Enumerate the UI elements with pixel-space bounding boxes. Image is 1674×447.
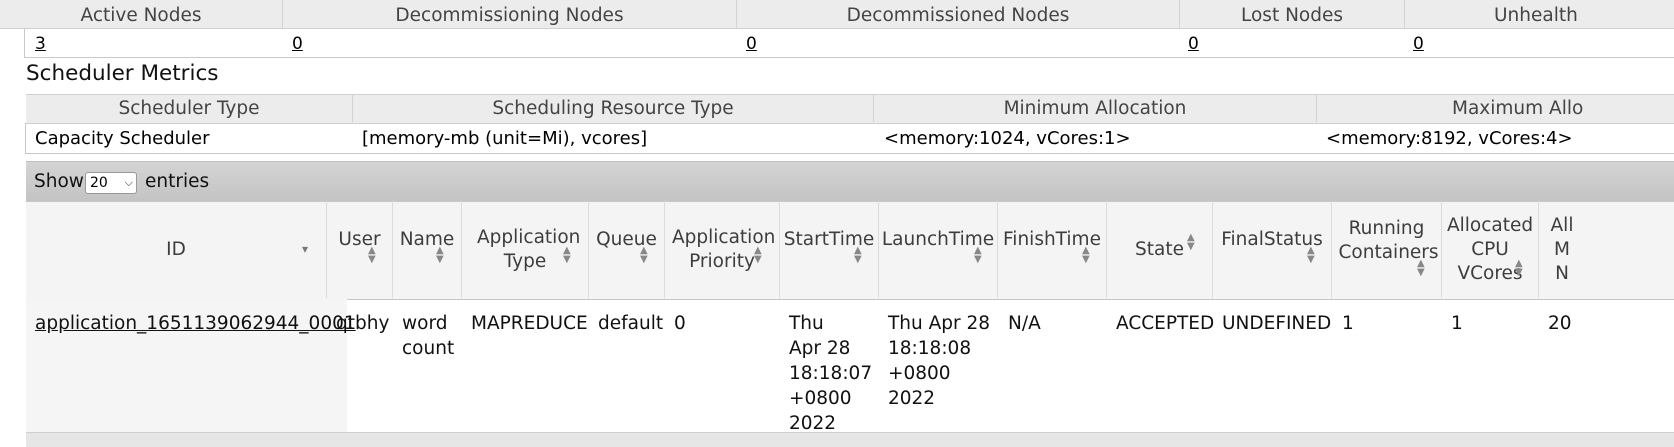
app-type-cell: MAPREDUCE — [471, 313, 588, 334]
col-maximum-allocation[interactable]: Maximum Allo — [1317, 94, 1674, 122]
sort-icon: ▲ ▼ — [563, 245, 571, 265]
col-application-priority[interactable]: Application Priority ▲ ▼ — [665, 201, 780, 298]
scheduling-resource-type-value: [memory-mb (unit=Mi), vcores] — [362, 128, 648, 149]
col-decommissioned-nodes[interactable]: Decommissioned Nodes — [737, 0, 1180, 28]
app-allocated-memory-cell: 20 — [1548, 313, 1572, 334]
col-active-nodes[interactable]: Active Nodes — [0, 0, 283, 28]
col-allocated-cpu-vcores[interactable]: Allocated CPU VCores ▲ ▼ — [1442, 201, 1539, 298]
app-id-link[interactable]: application_1651139062944_0001 — [35, 313, 356, 334]
chevron-down-icon: ⌵ — [124, 176, 133, 189]
table-footer — [26, 432, 1674, 447]
col-finalstatus[interactable]: FinalStatus ▲ ▼ — [1213, 201, 1332, 298]
app-priority-cell: 0 — [674, 313, 686, 334]
minimum-allocation-value: <memory:1024, vCores:1> — [884, 128, 1131, 149]
app-finishtime-cell: N/A — [1008, 313, 1041, 334]
col-running-containers[interactable]: Running Containers ▲ ▼ — [1332, 201, 1442, 298]
col-starttime[interactable]: StartTime ▲ ▼ — [780, 201, 879, 298]
col-queue[interactable]: Queue ▲ ▼ — [589, 201, 665, 298]
app-name-cell: word count — [402, 313, 455, 359]
cluster-bottom-border — [24, 57, 1674, 58]
sort-icon: ▲ ▼ — [754, 245, 762, 265]
entries-label: entries — [145, 171, 210, 192]
maximum-allocation-value: <memory:8192, vCores:4> — [1326, 128, 1573, 149]
col-decommissioning-nodes[interactable]: Decommissioning Nodes — [283, 0, 737, 28]
active-nodes-link[interactable]: 3 — [35, 34, 46, 54]
app-running-containers-cell: 1 — [1342, 313, 1354, 334]
decommissioning-nodes-link[interactable]: 0 — [292, 34, 303, 54]
scheduler-left-border — [25, 123, 26, 154]
app-finalstatus-cell: UNDEFINED — [1222, 313, 1332, 334]
app-state-cell: ACCEPTED — [1116, 313, 1215, 334]
app-queue-cell: default — [598, 313, 664, 334]
sort-icon: ▲ ▼ — [974, 245, 982, 265]
unhealthy-nodes-value[interactable]: 0 — [1413, 30, 1424, 56]
sort-icon: ▲ ▼ — [1187, 232, 1195, 252]
entries-select[interactable]: 20 ⌵ — [85, 172, 137, 194]
col-launchtime[interactable]: LaunchTime ▲ ▼ — [879, 201, 998, 298]
sort-icon: ▲ ▼ — [1082, 245, 1090, 265]
app-starttime-cell: Thu Apr 28 18:18:07 +0800 2022 — [789, 313, 873, 434]
col-user[interactable]: User ▲ ▼ — [327, 201, 393, 298]
entries-select-value: 20 — [90, 175, 108, 191]
sort-icon: ▲ ▼ — [1515, 258, 1523, 278]
scheduler-bottom-border — [25, 153, 1674, 154]
col-id-label: ID — [166, 238, 186, 260]
col-scheduler-type[interactable]: Scheduler Type — [26, 94, 353, 122]
app-user-cell: qtbhy — [336, 313, 390, 334]
col-minimum-allocation[interactable]: Minimum Allocation — [874, 94, 1317, 122]
col-state[interactable]: State ▲ ▼ — [1107, 201, 1213, 298]
active-nodes-value[interactable]: 3 — [35, 30, 46, 56]
cluster-metrics-table: Active Nodes Decommissioning Nodes Decom… — [0, 0, 1674, 58]
col-state-label: State — [1135, 238, 1184, 260]
sort-icon: ▲ ▼ — [368, 245, 376, 265]
show-label: Show — [34, 171, 84, 192]
cluster-left-border — [24, 29, 25, 57]
sort-icon: ▲ ▼ — [436, 245, 444, 265]
app-allocated-vcores-cell: 1 — [1451, 313, 1463, 334]
table-length-toolbar — [26, 161, 1674, 202]
unhealthy-nodes-link[interactable]: 0 — [1413, 34, 1424, 54]
sort-icon: ▲ ▼ — [1417, 258, 1425, 278]
decommissioned-nodes-value[interactable]: 0 — [746, 30, 757, 56]
col-application-type[interactable]: Application Type ▲ ▼ — [462, 201, 589, 298]
lost-nodes-value[interactable]: 0 — [1188, 30, 1199, 56]
col-finishtime[interactable]: FinishTime ▲ ▼ — [998, 201, 1107, 298]
sort-icon: ▲ ▼ — [854, 245, 862, 265]
col-unhealthy-nodes[interactable]: Unhealth — [1405, 0, 1674, 28]
col-allocated-memory[interactable]: All M N — [1539, 201, 1674, 298]
lost-nodes-link[interactable]: 0 — [1188, 34, 1199, 54]
decommissioning-nodes-value[interactable]: 0 — [292, 30, 303, 56]
col-lost-nodes[interactable]: Lost Nodes — [1180, 0, 1405, 28]
sort-icon: ▲ ▼ — [1307, 245, 1315, 265]
scheduler-metrics-title: Scheduler Metrics — [26, 61, 219, 86]
scheduler-type-value: Capacity Scheduler — [35, 128, 210, 149]
sort-desc-icon: ▾ — [302, 242, 309, 256]
col-application-type-label: Application Type — [477, 226, 581, 272]
app-id-cell[interactable]: application_1651139062944_0001 — [35, 311, 356, 336]
col-allocated-memory-label: All M N — [1550, 214, 1574, 284]
col-id[interactable]: ID ▾ — [26, 201, 327, 298]
sort-icon: ▲ ▼ — [640, 245, 648, 265]
app-launchtime-cell: Thu Apr 28 18:18:08 +0800 2022 — [888, 313, 991, 409]
decommissioned-nodes-link[interactable]: 0 — [746, 34, 757, 54]
col-name[interactable]: Name ▲ ▼ — [393, 201, 462, 298]
col-scheduling-resource-type[interactable]: Scheduling Resource Type — [353, 94, 874, 122]
col-name-label: Name — [399, 228, 455, 250]
